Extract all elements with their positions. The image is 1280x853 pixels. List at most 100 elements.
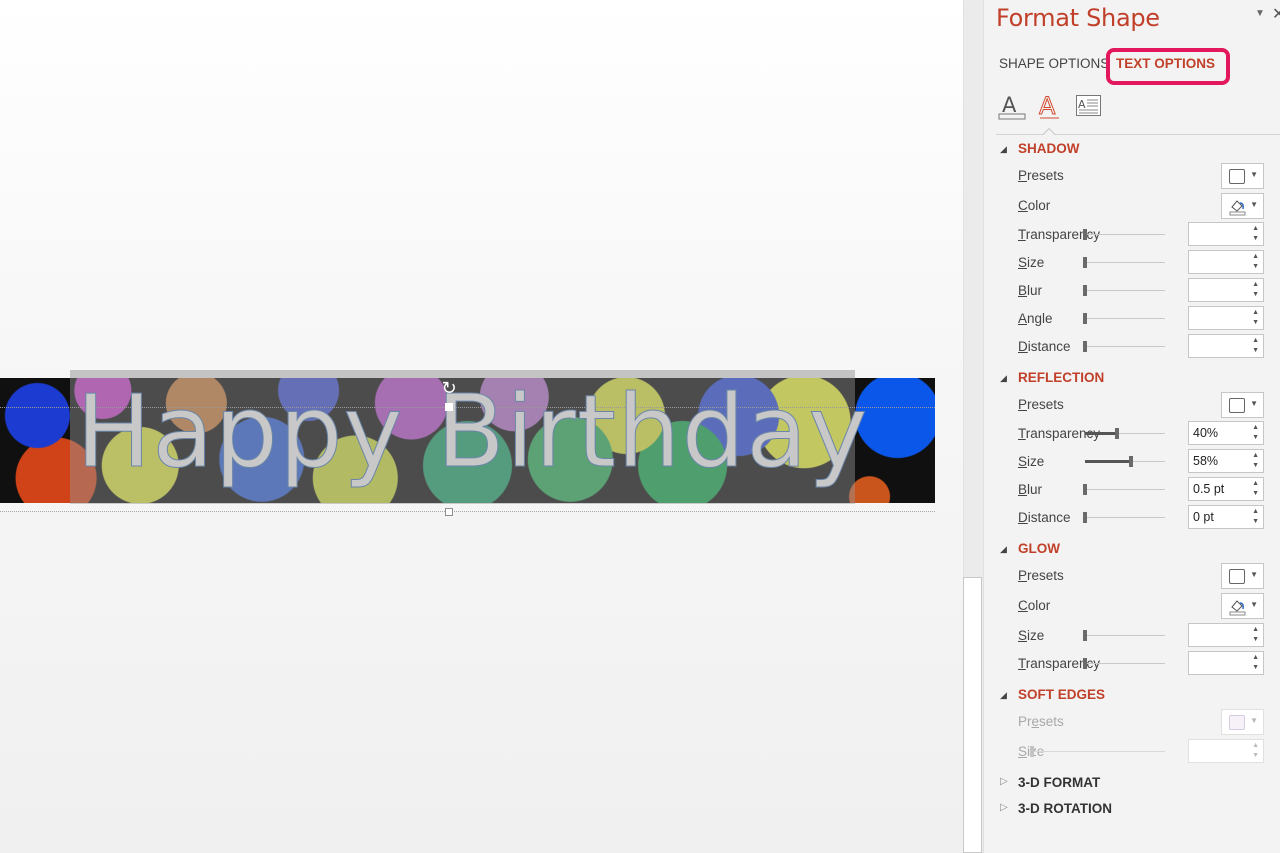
spin-down-icon[interactable]: ▼ — [1252, 490, 1259, 497]
spin-up-icon[interactable]: ▲ — [1252, 626, 1259, 633]
spin-up-icon[interactable]: ▲ — [1252, 225, 1259, 232]
spin-up-icon[interactable]: ▲ — [1252, 508, 1259, 515]
spin-up-icon[interactable]: ▲ — [1252, 424, 1259, 431]
spin-down-icon[interactable]: ▼ — [1252, 636, 1259, 643]
reflection-transparency-spinner[interactable]: 40% ▲ ▼ — [1188, 421, 1264, 445]
section-3d-format-header[interactable]: ▷ 3-D FORMAT — [1000, 775, 1101, 790]
shadow-blur-slider[interactable] — [1083, 285, 1165, 296]
glow-size-label: Size — [1018, 628, 1045, 643]
shadow-distance-slider[interactable] — [1083, 341, 1165, 352]
text-fill-outline-tab[interactable]: A — [998, 92, 1026, 120]
glow-transparency-slider[interactable] — [1083, 658, 1165, 669]
spin-up-icon[interactable]: ▲ — [1252, 654, 1259, 661]
section-reflection-header[interactable]: ◢ REFLECTION — [1000, 370, 1104, 385]
spin-up-icon[interactable]: ▲ — [1252, 309, 1259, 316]
glow-size-slider[interactable] — [1083, 630, 1165, 641]
reflection-blur-label: Blur — [1018, 482, 1043, 497]
shadow-color-dropdown[interactable]: ▼ — [1221, 193, 1264, 219]
shadow-size-spinner[interactable]: ▲ ▼ — [1188, 250, 1264, 274]
shadow-angle-label: Angle — [1018, 311, 1053, 326]
shadow-transparency-slider[interactable] — [1083, 229, 1165, 240]
shadow-presets-dropdown[interactable]: ▼ — [1221, 163, 1264, 189]
preset-swatch-icon — [1229, 169, 1245, 184]
glow-color-dropdown[interactable]: ▼ — [1221, 593, 1264, 619]
text-fill-icon: A — [998, 93, 1026, 120]
glow-presets-label: Presets — [1018, 568, 1064, 583]
section-soft-edges-header[interactable]: ◢ SOFT EDGES — [1000, 687, 1106, 702]
pane-title: Format Shape — [996, 4, 1160, 32]
shadow-presets-label: Presets — [1018, 168, 1064, 183]
spinner-value[interactable]: 40% — [1193, 426, 1218, 440]
glow-presets-dropdown[interactable]: ▼ — [1221, 563, 1264, 589]
tab-shape-options[interactable]: SHAPE OPTIONS — [999, 56, 1109, 71]
vertical-scrollbar-thumb[interactable] — [963, 577, 982, 853]
section-title: SOFT EDGES — [1018, 687, 1106, 702]
reflection-distance-slider[interactable] — [1083, 512, 1165, 523]
soft-edges-size-row: Size ▲ ▼ — [1018, 739, 1268, 765]
reflection-distance-spinner[interactable]: 0 pt ▲ ▼ — [1188, 505, 1264, 529]
spin-up-icon[interactable]: ▲ — [1252, 480, 1259, 487]
preset-swatch-icon — [1229, 715, 1245, 730]
reflection-presets-dropdown[interactable]: ▼ — [1221, 392, 1264, 418]
shadow-distance-spinner[interactable]: ▲ ▼ — [1188, 334, 1264, 358]
shadow-angle-slider[interactable] — [1083, 313, 1165, 324]
spin-up-icon[interactable]: ▲ — [1252, 281, 1259, 288]
tab-text-options[interactable]: TEXT OPTIONS — [1106, 48, 1230, 85]
text-box-tab[interactable]: A — [1075, 92, 1103, 120]
text-effects-tab[interactable]: A — [1036, 92, 1064, 121]
shadow-presets-row: Presets ▼ — [1018, 163, 1268, 189]
reflection-size-slider[interactable] — [1085, 456, 1165, 467]
expanded-triangle-icon: ◢ — [1000, 144, 1007, 154]
slide-canvas[interactable]: Happy Birthday ↻ — [0, 0, 963, 853]
expanded-triangle-icon: ◢ — [1000, 373, 1007, 383]
spin-down-icon[interactable]: ▼ — [1252, 291, 1259, 298]
section-glow-header[interactable]: ◢ GLOW — [1000, 541, 1060, 556]
spinner-value[interactable]: 0.5 pt — [1193, 482, 1224, 496]
spin-down-icon[interactable]: ▼ — [1252, 664, 1259, 671]
reflection-size-label: Size — [1018, 454, 1045, 469]
glow-size-spinner[interactable]: ▲ ▼ — [1188, 623, 1264, 647]
section-shadow-header[interactable]: ◢ SHADOW — [1000, 141, 1080, 156]
spin-up-icon[interactable]: ▲ — [1252, 452, 1259, 459]
glow-transparency-spinner[interactable]: ▲ ▼ — [1188, 651, 1264, 675]
spin-down-icon[interactable]: ▼ — [1252, 235, 1259, 242]
svg-text:A: A — [1002, 93, 1017, 117]
reflection-transparency-slider[interactable] — [1085, 428, 1165, 439]
shadow-blur-row: Blur ▲ ▼ — [1018, 278, 1268, 304]
collapsed-triangle-icon: ▷ — [1000, 802, 1008, 813]
format-shape-pane: Format Shape ▼ ✕ SHAPE OPTIONS TEXT OPTI… — [983, 0, 1280, 853]
section-title: 3-D FORMAT — [1018, 775, 1101, 790]
rotate-handle-icon[interactable]: ↻ — [439, 379, 459, 397]
resize-handle-bottom[interactable] — [445, 508, 453, 516]
glow-size-row: Size ▲ ▼ — [1018, 623, 1268, 649]
shadow-transparency-row: Transparency ▲ ▼ — [1018, 222, 1268, 248]
section-3d-rotation-header[interactable]: ▷ 3-D ROTATION — [1000, 801, 1112, 816]
spin-up-icon[interactable]: ▲ — [1252, 253, 1259, 260]
shadow-blur-spinner[interactable]: ▲ ▼ — [1188, 278, 1264, 302]
pane-options-dropdown[interactable]: ▼ — [1255, 8, 1265, 19]
spin-down-icon[interactable]: ▼ — [1252, 462, 1259, 469]
chevron-down-icon: ▼ — [1250, 570, 1258, 579]
shadow-angle-spinner[interactable]: ▲ ▼ — [1188, 306, 1264, 330]
reflection-size-spinner[interactable]: 58% ▲ ▼ — [1188, 449, 1264, 473]
spin-up-icon[interactable]: ▲ — [1252, 337, 1259, 344]
spin-up-icon: ▲ — [1252, 742, 1259, 749]
reflection-presets-label: Presets — [1018, 397, 1064, 412]
spin-down-icon[interactable]: ▼ — [1252, 434, 1259, 441]
spin-down-icon[interactable]: ▼ — [1252, 263, 1259, 270]
spin-down-icon[interactable]: ▼ — [1252, 518, 1259, 525]
subtab-divider — [996, 134, 1280, 135]
spin-down-icon[interactable]: ▼ — [1252, 347, 1259, 354]
spin-down-icon[interactable]: ▼ — [1252, 319, 1259, 326]
slide-title-text[interactable]: Happy Birthday — [76, 372, 868, 492]
spinner-value[interactable]: 0 pt — [1193, 510, 1214, 524]
resize-handle-top[interactable] — [445, 403, 453, 411]
shadow-size-slider[interactable] — [1083, 257, 1165, 268]
reflection-blur-slider[interactable] — [1083, 484, 1165, 495]
shadow-transparency-spinner[interactable]: ▲ ▼ — [1188, 222, 1264, 246]
shadow-angle-row: Angle ▲ ▼ — [1018, 306, 1268, 332]
spinner-value[interactable]: 58% — [1193, 454, 1218, 468]
expanded-triangle-icon: ◢ — [1000, 690, 1007, 700]
pane-close-button[interactable]: ✕ — [1272, 4, 1280, 24]
reflection-blur-spinner[interactable]: 0.5 pt ▲ ▼ — [1188, 477, 1264, 501]
